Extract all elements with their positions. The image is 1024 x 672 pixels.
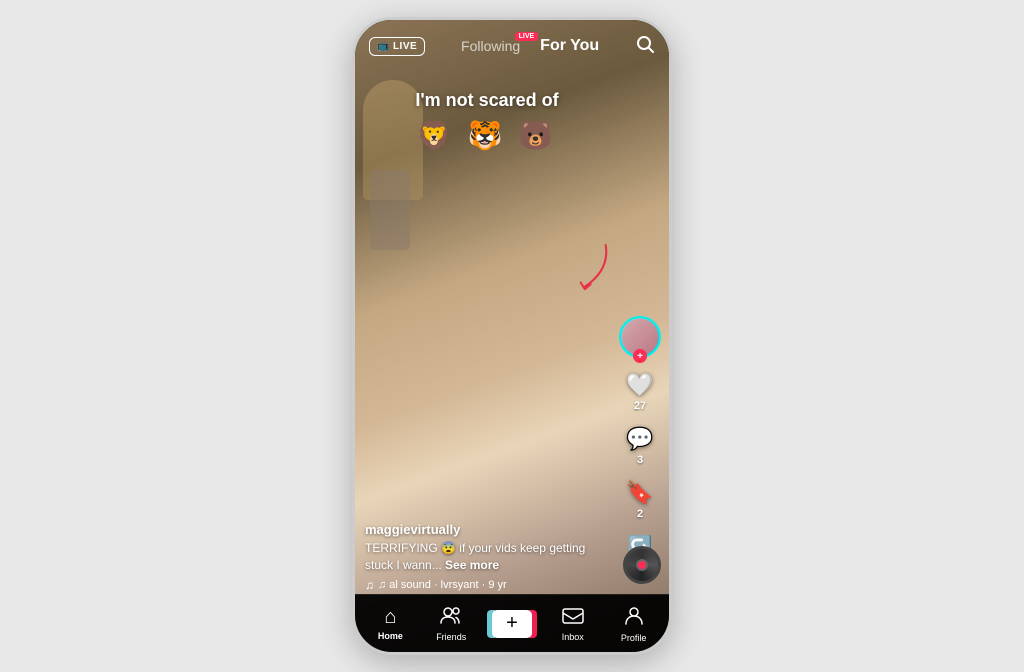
video-bottom-info: maggievirtually TERRIFYING 😨 if your vid… [365, 522, 609, 592]
live-badge: LIVE [515, 32, 539, 41]
lamp [370, 170, 410, 250]
following-tab[interactable]: Following LIVE [461, 38, 520, 54]
profile-icon [624, 605, 644, 631]
nav-profile[interactable]: Profile [603, 605, 664, 643]
nav-tabs: Following LIVE For You [461, 37, 599, 55]
sound-text: ♫ al sound · lvrsyant · 9 yr [378, 579, 507, 591]
creator-username[interactable]: maggievirtually [365, 522, 609, 537]
friends-label: Friends [436, 632, 466, 642]
home-label: Home [378, 631, 403, 641]
right-sidebar: + 🤍 27 💬 3 🔖 2 [619, 316, 661, 572]
video-caption-overlay: I'm not scared of 🦁 🐯 🐻 [355, 90, 619, 152]
like-count: 27 [634, 400, 646, 412]
video-caption: TERRIFYING 😨 if your vids keep getting s… [365, 540, 609, 574]
friends-icon [440, 606, 462, 630]
comment-icon: 💬 [626, 426, 653, 452]
follow-plus-icon[interactable]: + [633, 349, 647, 363]
comment-button[interactable]: 💬 3 [626, 426, 653, 466]
live-button-label: LIVE [393, 41, 417, 52]
inbox-label: Inbox [562, 632, 584, 642]
sound-disc[interactable] [623, 546, 661, 584]
phone-screen: I'm not scared of 🦁 🐯 🐻 + [355, 20, 669, 652]
heart-icon: 🤍 [626, 372, 653, 398]
like-button[interactable]: 🤍 27 [626, 372, 653, 412]
nav-add[interactable]: + [482, 610, 543, 638]
tv-icon: 📺 [377, 41, 390, 52]
add-button[interactable]: + [491, 610, 533, 638]
bookmark-button[interactable]: 🔖 2 [626, 480, 653, 520]
live-button[interactable]: 📺 LIVE [369, 37, 425, 56]
nav-friends[interactable]: Friends [421, 606, 482, 642]
nav-inbox[interactable]: Inbox [542, 606, 603, 642]
inbox-icon [562, 606, 584, 630]
comment-count: 3 [637, 454, 643, 466]
disc-center [636, 559, 648, 571]
following-label: Following [461, 38, 520, 54]
annotation-arrow [564, 240, 614, 305]
creator-avatar[interactable]: + [619, 316, 661, 358]
home-icon: ⌂ [384, 606, 396, 629]
add-plus-icon: + [492, 610, 532, 638]
bookmark-count: 2 [637, 508, 643, 520]
phone-frame: I'm not scared of 🦁 🐯 🐻 + [352, 17, 672, 655]
top-bar: 📺 LIVE Following LIVE For You [355, 20, 669, 72]
bookmark-icon: 🔖 [626, 480, 653, 506]
music-note-icon: ♫ [365, 578, 374, 592]
video-main-text: I'm not scared of [355, 90, 619, 111]
sound-info[interactable]: ♫ ♫ al sound · lvrsyant · 9 yr [365, 578, 609, 592]
video-area[interactable]: I'm not scared of 🦁 🐯 🐻 + [355, 20, 669, 652]
bottom-navigation: ⌂ Home Friends + [355, 594, 669, 652]
search-button[interactable] [635, 34, 655, 59]
see-more-button[interactable]: See more [445, 558, 499, 572]
profile-label: Profile [621, 633, 647, 643]
foryou-tab[interactable]: For You [540, 37, 599, 55]
nav-home[interactable]: ⌂ Home [360, 606, 421, 641]
video-emojis: 🦁 🐯 🐻 [355, 119, 619, 152]
